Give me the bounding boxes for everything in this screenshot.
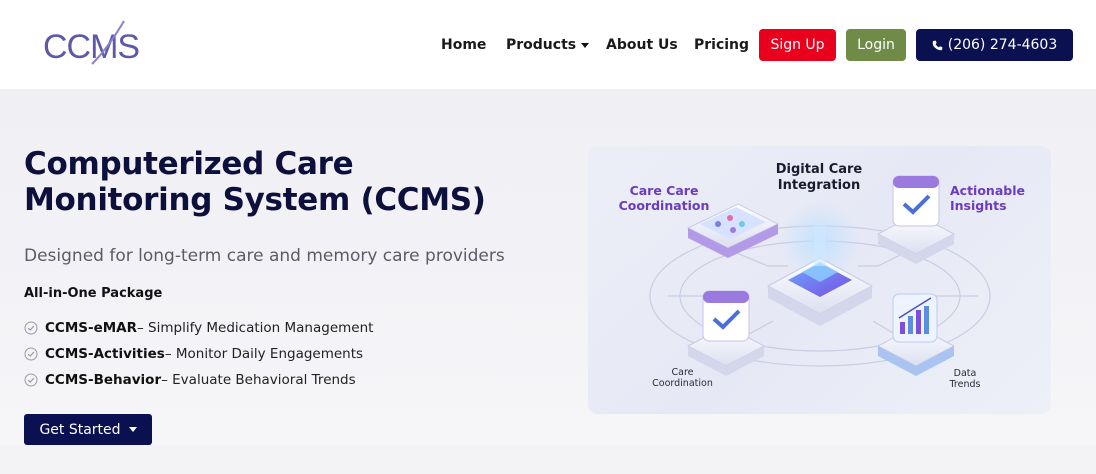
label-line: Coordination	[618, 198, 710, 213]
title-line-2: Monitoring System (CCMS)	[24, 182, 486, 218]
phone-number: (206) 274-4603	[947, 37, 1058, 53]
site-header: CCMS Home Products About Us Pricing Sign…	[0, 0, 1096, 89]
label-care-coordination-top: Care Care Coordination	[618, 183, 710, 213]
nav-pricing-label[interactable]: Pricing	[694, 37, 749, 53]
feature-name: CCMS-eMAR	[45, 320, 138, 336]
nav-home-label[interactable]: Home	[441, 37, 486, 53]
svg-text:CCMS: CCMS	[43, 28, 139, 66]
label-data-trends: Data Trends	[940, 368, 990, 390]
label-line: Integration	[777, 178, 861, 193]
feature-desc: – Monitor Daily Engagements	[164, 346, 364, 362]
nav-about-label[interactable]: About Us	[606, 37, 678, 53]
signup-button[interactable]: Sign Up	[759, 29, 836, 61]
feature-name: CCMS-Behavior	[45, 372, 162, 388]
calendar-check-icon	[686, 290, 766, 376]
caret-down-icon	[581, 42, 590, 48]
phone-button[interactable]: (206) 274-4603	[916, 29, 1073, 61]
login-button[interactable]: Login	[846, 29, 906, 61]
chip-icon	[766, 201, 874, 326]
check-circle-icon	[24, 347, 38, 361]
nav-products[interactable]: Products	[506, 29, 590, 61]
label-line: Coordination	[652, 378, 713, 389]
label-line: Digital Care	[775, 162, 863, 177]
ccms-logo[interactable]: CCMS	[42, 18, 160, 68]
feature-desc: – Evaluate Behavioral Trends	[161, 372, 356, 388]
label-actionable-insights: Actionable Insights	[950, 183, 1030, 213]
label-digital-care: Digital Care Integration	[774, 162, 864, 194]
chart-icon	[876, 293, 956, 376]
section-divider	[0, 445, 1096, 474]
nav-pricing[interactable]: Pricing	[694, 29, 749, 61]
label-line: Insights	[950, 198, 1007, 213]
check-circle-icon	[24, 321, 38, 335]
get-started-label: Get Started	[39, 421, 121, 438]
nav-home[interactable]: Home	[441, 29, 486, 61]
get-started-button[interactable]: Get Started	[24, 414, 152, 445]
hero-subtitle: Designed for long-term care and memory c…	[24, 246, 505, 266]
feature-item-activities: CCMS-Activities – Monitor Daily Engageme…	[24, 345, 363, 363]
label-line: Actionable	[950, 183, 1025, 198]
label-line: Care	[671, 367, 694, 378]
phone-icon	[932, 40, 943, 50]
hero-illustration: Digital Care Integration Care Care Coord…	[588, 146, 1051, 414]
caret-down-icon	[128, 427, 137, 432]
nav-about[interactable]: About Us	[606, 29, 678, 61]
page-title: Computerized Care Monitoring System (CCM…	[24, 146, 544, 218]
feature-item-emar: CCMS-eMAR – Simplify Medication Manageme…	[24, 319, 373, 337]
check-circle-icon	[24, 373, 38, 387]
label-line: Trends	[949, 379, 981, 390]
calendar-check-icon	[876, 175, 956, 264]
feature-item-behavior: CCMS-Behavior – Evaluate Behavioral Tren…	[24, 371, 356, 389]
nav-products-label[interactable]: Products	[506, 37, 576, 53]
title-line-1: Computerized Care	[24, 146, 354, 182]
feature-name: CCMS-Activities	[45, 346, 165, 362]
package-heading: All-in-One Package	[24, 286, 163, 301]
label-line: Care Care	[629, 183, 699, 198]
feature-desc: – Simplify Medication Management	[137, 320, 374, 336]
label-care-coordination-bottom: Care Coordination	[640, 367, 725, 389]
label-line: Data	[953, 368, 977, 379]
